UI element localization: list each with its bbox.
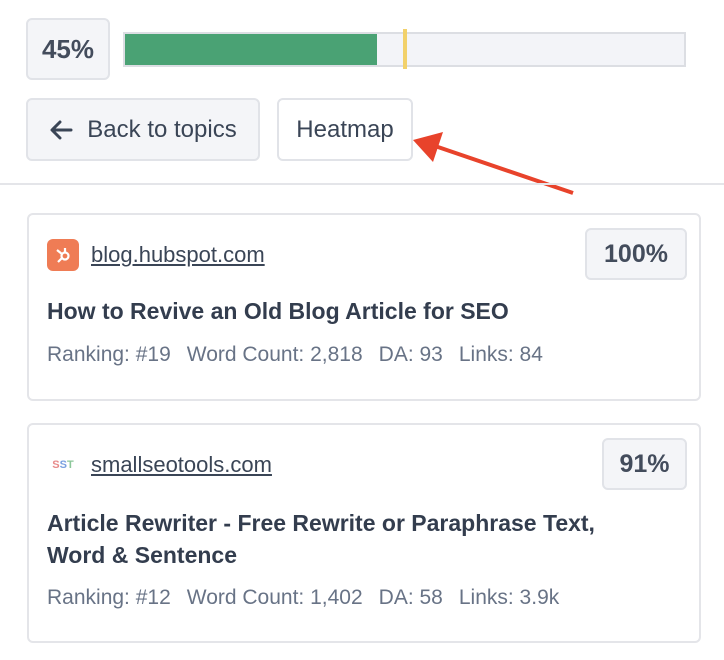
back-to-topics-button[interactable]: Back to topics <box>26 98 260 161</box>
sst-icon: SST <box>52 459 74 471</box>
result-title[interactable]: Article Rewriter - Free Rewrite or Parap… <box>47 507 639 571</box>
score-badge: 100% <box>585 228 687 280</box>
progress-fill <box>125 34 377 65</box>
ranking: Ranking: #12 <box>47 586 171 609</box>
score-percentage: 45% <box>26 18 110 80</box>
heatmap-label: Heatmap <box>296 115 394 143</box>
word-count: Word Count: 2,818 <box>186 343 363 366</box>
heatmap-button[interactable]: Heatmap <box>277 98 413 161</box>
score-badge: 91% <box>602 438 687 490</box>
ranking: Ranking: #19 <box>47 343 171 366</box>
arrow-left-icon <box>50 120 73 139</box>
hubspot-icon <box>47 239 79 271</box>
target-marker <box>402 29 407 69</box>
domain-authority: DA: 93 <box>378 343 443 366</box>
divider <box>0 183 724 185</box>
word-count: Word Count: 1,402 <box>186 586 363 609</box>
links: Links: 3.9k <box>458 586 560 609</box>
site-link[interactable]: smallseotools.com <box>91 452 272 478</box>
result-card[interactable]: blog.hubspot.com 100% How to Revive an O… <box>27 213 701 401</box>
result-title[interactable]: How to Revive an Old Blog Article for SE… <box>47 295 639 327</box>
site-link[interactable]: blog.hubspot.com <box>91 242 265 268</box>
back-label: Back to topics <box>87 115 237 143</box>
domain-authority: DA: 58 <box>378 586 443 609</box>
annotation-arrow-icon <box>413 132 574 195</box>
links: Links: 84 <box>458 343 543 366</box>
progress-bar <box>123 29 686 69</box>
result-card[interactable]: SST smallseotools.com 91% Article Rewrit… <box>27 423 701 643</box>
